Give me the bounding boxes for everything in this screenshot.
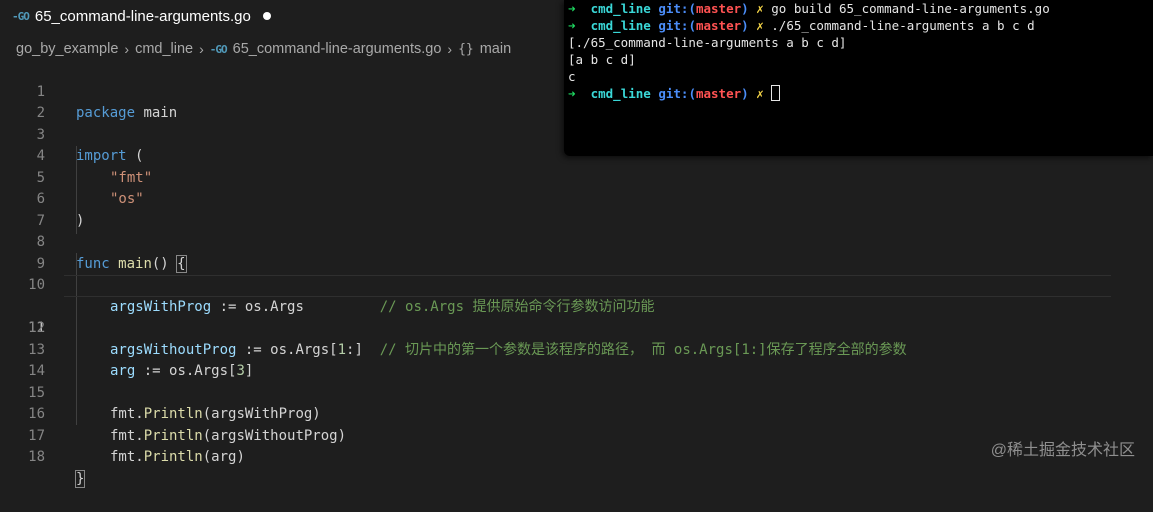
prompt-dir: cmd_line: [590, 1, 651, 16]
prompt-dir: cmd_line: [590, 18, 651, 33]
prompt-arrow-icon: ➜: [568, 86, 576, 101]
code-line[interactable]: 13 arg := os.Args[3]: [0, 318, 1153, 380]
breadcrumb-item-folder[interactable]: go_by_example: [16, 41, 118, 57]
prompt-git-close: ): [741, 1, 749, 16]
prompt-git: git:(: [658, 18, 696, 33]
matching-brace: }: [74, 469, 86, 488]
code-line[interactable]: 14: [0, 340, 1153, 379]
breadcrumb-item-symbol[interactable]: main: [480, 41, 511, 57]
code-line[interactable]: 18 }: [0, 426, 1153, 488]
symbol-braces-icon: {}: [458, 41, 474, 57]
code-line[interactable]: 7: [0, 189, 1153, 229]
prompt-dir: cmd_line: [590, 86, 651, 101]
go-file-icon: -GO: [12, 9, 30, 23]
code-token: (arg): [202, 449, 245, 465]
terminal-cursor[interactable]: [771, 85, 781, 101]
breadcrumb-item-file[interactable]: 65_command-line-arguments.go: [233, 41, 442, 57]
code-line[interactable]: 17 fmt.Println(arg): [0, 404, 1153, 466]
code-line[interactable]: 12: [0, 297, 1153, 336]
dirty-mark-icon: ✗: [756, 86, 764, 101]
go-file-icon: -GO: [209, 42, 228, 56]
code-line[interactable]: 15 fmt.Println(argsWithProg): [0, 361, 1153, 423]
prompt-git-close: ): [741, 18, 749, 33]
terminal-line[interactable]: ➜ cmd_line git:(master) ✗: [564, 85, 1153, 102]
dirty-mark-icon: ✗: [756, 1, 764, 16]
dirty-mark-icon: ✗: [756, 18, 764, 33]
breadcrumb-item-subfolder[interactable]: cmd_line: [135, 41, 193, 57]
code-token: Println: [143, 449, 203, 465]
prompt-git: git:(: [658, 86, 696, 101]
code-line[interactable]: 8 func main() {: [0, 211, 1153, 273]
code-line[interactable]: 10 argsWithProg := os.Args // os.Args 提供…: [0, 254, 1153, 315]
tab-title: 65_command-line-arguments.go: [34, 7, 251, 25]
terminal-output: c: [568, 69, 576, 84]
chevron-right-icon: ›: [199, 41, 204, 57]
breadcrumb: go_by_example › cmd_line › -GO 65_comman…: [16, 38, 511, 60]
prompt-arrow-icon: ➜: [568, 1, 576, 16]
code-line-active[interactable]: 11 argsWithoutProg := os.Args[1:] // 切片中…: [0, 275, 1153, 358]
line-number: 18: [28, 449, 45, 465]
code-line[interactable]: 9: [0, 232, 1153, 272]
chevron-right-icon: ›: [447, 41, 453, 57]
prompt-git-close: ): [741, 86, 749, 101]
prompt-arrow-icon: ➜: [568, 18, 576, 33]
terminal-output: [./65_command-line-arguments a b c d]: [568, 35, 847, 50]
prompt-git: git:(: [658, 1, 696, 16]
prompt-branch: master: [695, 1, 742, 16]
unsaved-dot-icon[interactable]: [262, 12, 271, 20]
code-token: fmt.: [110, 449, 144, 465]
editor-tab[interactable]: -GO 65_command-line-arguments.go: [0, 0, 300, 32]
code-line[interactable]: 6 ): [0, 168, 1153, 229]
terminal-window[interactable]: ➜ cmd_line git:(master) ✗ go build 65_co…: [564, 0, 1153, 156]
prompt-branch: master: [695, 86, 742, 101]
terminal-command: ./65_command-line-arguments a b c d: [771, 18, 1035, 33]
terminal-line: ➜ cmd_line git:(master) ✗ ./65_command-l…: [564, 17, 1153, 34]
terminal-command: go build 65_command-line-arguments.go: [771, 1, 1050, 16]
prompt-branch: master: [695, 18, 742, 33]
watermark: @稀土掘金技术社区: [990, 442, 1135, 459]
code-line[interactable]: 16 fmt.Println(argsWithoutProg): [0, 383, 1153, 444]
current-line-highlight: [64, 275, 1111, 297]
chevron-right-icon: ›: [124, 41, 130, 57]
terminal-output: [a b c d]: [568, 52, 636, 67]
terminal-line: ➜ cmd_line git:(master) ✗ go build 65_co…: [564, 0, 1153, 17]
